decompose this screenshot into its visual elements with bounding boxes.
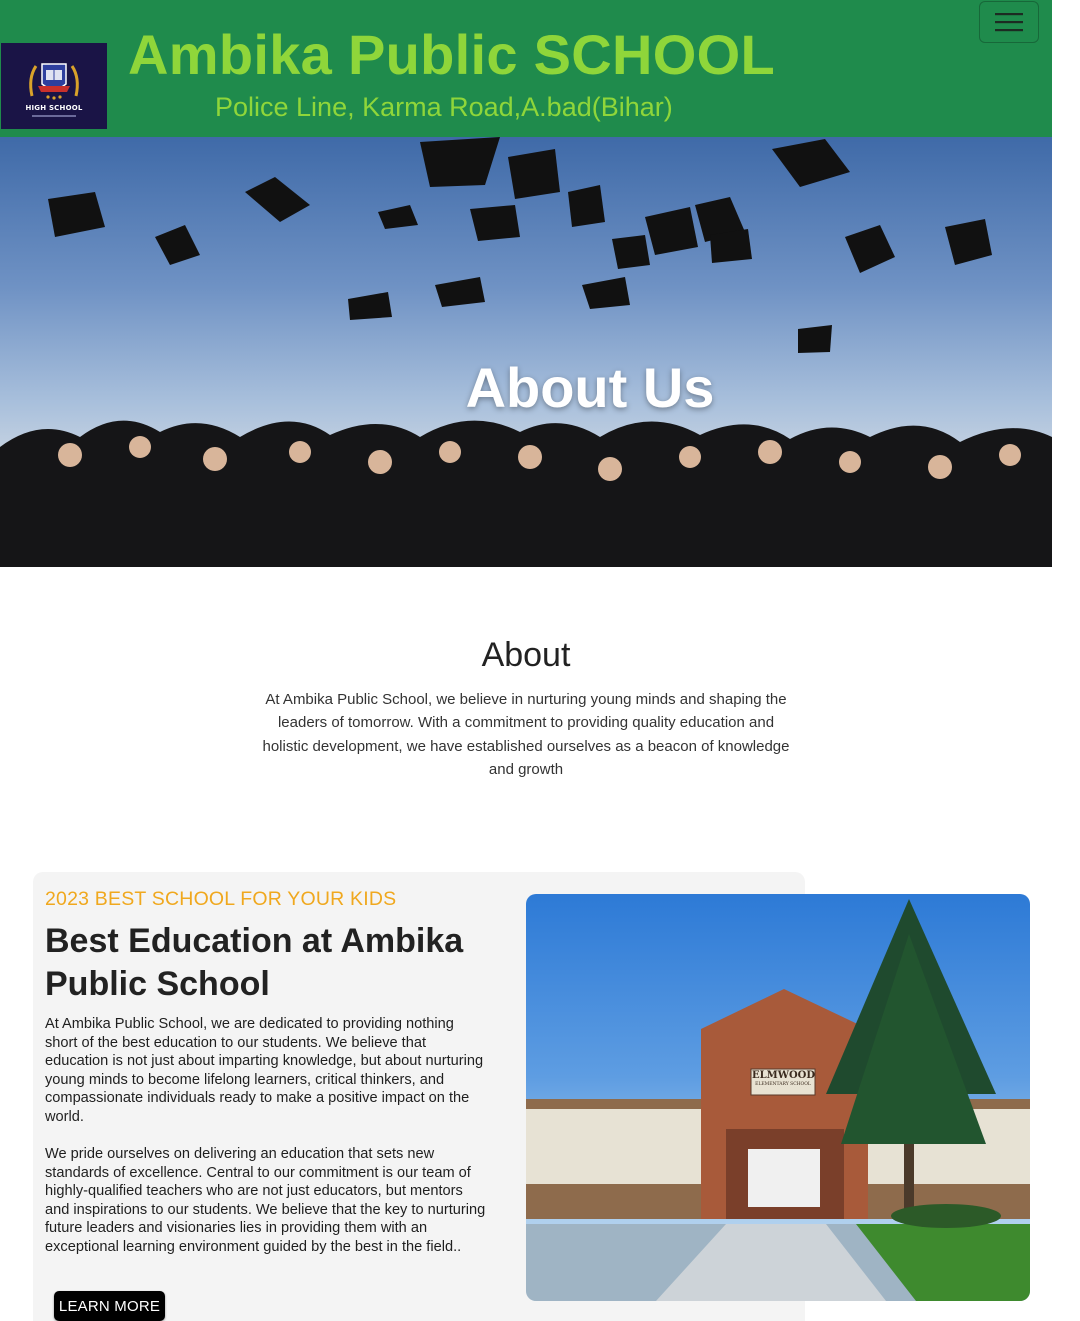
feature-paragraph-1: At Ambika Public School, we are dedicate… <box>45 1016 484 1125</box>
school-logo[interactable]: HIGH SCHOOL <box>1 43 107 129</box>
crest-icon <box>29 62 79 100</box>
building-sign: ELMWOOD ELEMENTARY SCHOOL <box>752 1070 816 1087</box>
graduates-crowd-illustration <box>0 420 1052 567</box>
school-building-illustration <box>526 899 1030 1301</box>
hero-banner: About Us <box>0 137 1052 567</box>
logo-tagline-line <box>32 114 76 117</box>
about-heading: About <box>481 636 571 674</box>
school-building-image: ELMWOOD ELEMENTARY SCHOOL <box>526 894 1030 1301</box>
school-title: Ambika Public SCHOOL <box>128 23 775 86</box>
hero-title: About Us <box>465 356 715 419</box>
feature-eyebrow: 2023 BEST SCHOOL FOR YOUR KIDS <box>45 888 397 910</box>
school-address: Police Line, Karma Road,A.bad(Bihar) <box>215 92 673 122</box>
feature-title: Best Education at Ambika Public School <box>45 922 464 1003</box>
feature-paragraph-2: We pride ourselves on delivering an educ… <box>45 1146 486 1255</box>
hamburger-icon <box>995 13 1023 32</box>
site-header: HIGH SCHOOL Ambika Public SCHOOL Police … <box>0 0 1052 137</box>
menu-toggle-button[interactable] <box>979 1 1039 43</box>
logo-label: HIGH SCHOOL <box>25 103 83 112</box>
about-description: At Ambika Public School, we believe in n… <box>262 691 790 778</box>
learn-more-button[interactable]: LEARN MORE <box>54 1291 165 1321</box>
